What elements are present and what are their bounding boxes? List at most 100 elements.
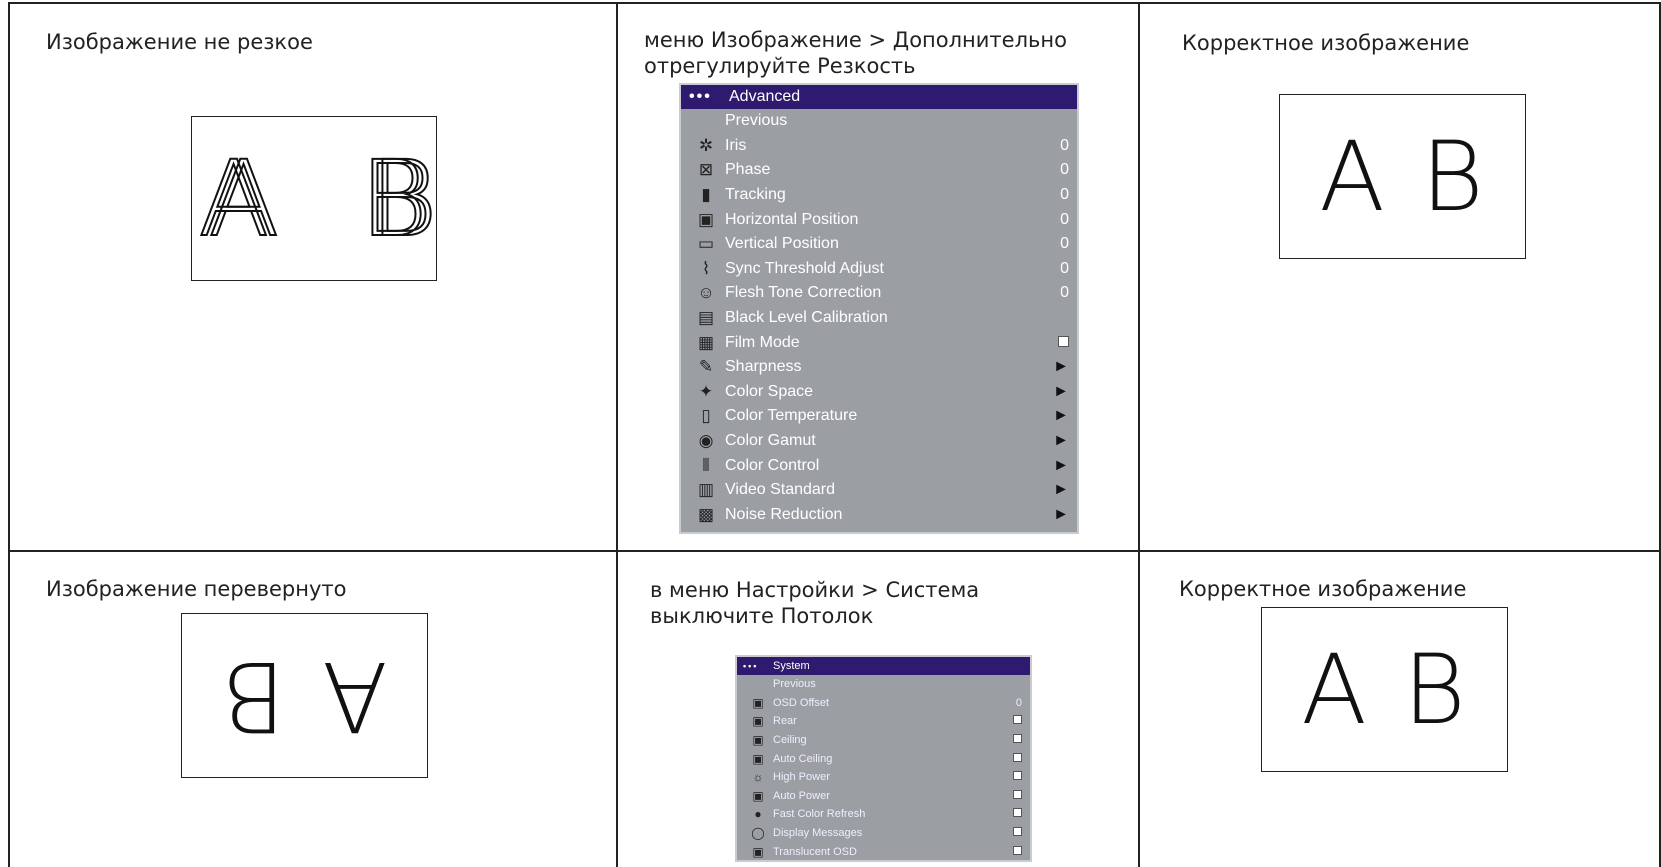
menu-item-fast-color-refresh[interactable]: ● Fast Color Refresh bbox=[737, 805, 1030, 824]
menu-item-label: Color Control bbox=[725, 456, 820, 474]
menu-item-value: 0 bbox=[1060, 161, 1069, 179]
video-standard-icon: ▥ bbox=[697, 480, 715, 500]
translucent-osd-icon: ▣ bbox=[752, 844, 764, 859]
menu-item-value: 0 bbox=[1060, 235, 1069, 253]
checkbox-wrapper bbox=[1002, 771, 1022, 783]
blurry-letter-a: AA bbox=[197, 137, 282, 260]
row2-problem-text: Изображение перевернуто bbox=[46, 577, 347, 601]
checkbox-wrapper bbox=[1002, 827, 1022, 839]
menu-item-auto-ceiling[interactable]: ▣ Auto Ceiling bbox=[737, 749, 1030, 768]
advanced-menu-title: Advanced bbox=[729, 88, 801, 105]
menu-item-phase[interactable]: ⊠ Phase 0 bbox=[681, 158, 1077, 183]
menu-item-horizontal-position[interactable]: ▣ Horizontal Position 0 bbox=[681, 207, 1077, 232]
menu-item-value: 0 bbox=[1060, 259, 1069, 277]
table-row-divider bbox=[8, 550, 1661, 552]
menu-item-color-temperature[interactable]: ▯ Color Temperature ► bbox=[681, 404, 1077, 429]
auto-power-icon: ▣ bbox=[752, 788, 764, 803]
menu-item-checkbox[interactable] bbox=[1013, 734, 1022, 744]
menu-item-checkbox[interactable] bbox=[1013, 771, 1022, 781]
menu-item-osd-offset[interactable]: ▣ OSD Offset 0 bbox=[737, 694, 1030, 713]
submenu-arrow-icon: ► bbox=[1053, 456, 1069, 474]
sync-threshold-icon: ⌇ bbox=[701, 258, 711, 278]
table-top-border bbox=[8, 2, 1661, 4]
menu-item-vertical-position[interactable]: ▭ Vertical Position 0 bbox=[681, 232, 1077, 257]
menu-item-label: Auto Ceiling bbox=[773, 752, 833, 765]
advanced-osd-menu: ••• Advanced Previous ✲ Iris 0 ⊠ Phase 0 ▮ Track… bbox=[679, 83, 1079, 534]
menu-item-tracking[interactable]: ▮ Tracking 0 bbox=[681, 183, 1077, 208]
menu-item-translucent-osd[interactable]: ▣ Translucent OSD bbox=[737, 842, 1030, 861]
menu-item-auto-power[interactable]: ▣ Auto Power bbox=[737, 787, 1030, 806]
table-column-divider bbox=[616, 2, 618, 867]
menu-item-black-level-calibration[interactable]: ▤ Black Level Calibration bbox=[681, 306, 1077, 331]
menu-item-label: Sync Threshold Adjust bbox=[725, 259, 884, 277]
menu-item-label: Horizontal Position bbox=[725, 210, 859, 228]
menu-item-checkbox[interactable] bbox=[1013, 789, 1022, 799]
checkbox-wrapper bbox=[1002, 808, 1022, 820]
menu-item-checkbox[interactable] bbox=[1013, 752, 1022, 762]
menu-item-label: Previous bbox=[773, 678, 816, 691]
menu-item-checkbox[interactable] bbox=[1013, 715, 1022, 725]
menu-item-film-mode[interactable]: ▦ Film Mode bbox=[681, 330, 1077, 355]
menu-item-high-power[interactable]: ☼ High Power bbox=[737, 768, 1030, 787]
menu-item-video-standard[interactable]: ▥ Video Standard ► bbox=[681, 478, 1077, 503]
row1-solution-text: меню Изображение > Дополнительно отрегул… bbox=[644, 28, 1067, 78]
menu-item-label: Color Space bbox=[725, 382, 814, 400]
menu-item-label: Display Messages bbox=[773, 827, 863, 840]
row1-result-text: Корректное изображение bbox=[1182, 31, 1470, 55]
checkbox-wrapper bbox=[1002, 752, 1022, 765]
menu-item-label: Flesh Tone Correction bbox=[725, 284, 882, 302]
menu-item-color-control[interactable]: ⦀ Color Control ► bbox=[681, 453, 1077, 478]
system-osd-menu: ••• System Previous ▣ OSD Offset 0 ▣ Rear ▣ Cei… bbox=[735, 655, 1032, 862]
blurry-letter-b: BB bbox=[359, 137, 440, 260]
inverted-image-sample: AB bbox=[181, 613, 428, 778]
advanced-menu-title-bar: ••• Advanced bbox=[681, 85, 1077, 109]
blurry-image-sample: AA BB bbox=[191, 116, 440, 281]
fast-color-refresh-icon: ● bbox=[754, 807, 762, 822]
submenu-arrow-icon: ► bbox=[1053, 432, 1069, 450]
menu-item-display-messages[interactable]: ◯ Display Messages bbox=[737, 824, 1030, 843]
iris-icon: ✲ bbox=[698, 135, 714, 155]
table-column-divider bbox=[1138, 2, 1140, 867]
menu-item-color-gamut[interactable]: ◉ Color Gamut ► bbox=[681, 429, 1077, 454]
sharpness-icon: ✎ bbox=[698, 357, 714, 377]
menu-item-checkbox[interactable] bbox=[1013, 827, 1022, 837]
checkbox-wrapper bbox=[1002, 789, 1022, 802]
high-power-icon: ☼ bbox=[752, 770, 764, 785]
ceiling-icon: ▣ bbox=[752, 733, 764, 748]
menu-item-checkbox[interactable] bbox=[1013, 808, 1022, 818]
row2-result-text: Корректное изображение bbox=[1179, 577, 1467, 601]
menu-item-flesh-tone-correction[interactable]: ☺ Flesh Tone Correction 0 bbox=[681, 281, 1077, 306]
system-menu-title-bar: ••• System bbox=[737, 657, 1030, 675]
menu-item-checkbox[interactable] bbox=[1058, 335, 1069, 347]
letter-a: A bbox=[1319, 120, 1387, 233]
menu-item-label: Phase bbox=[725, 161, 771, 179]
menu-item-label: Ceiling bbox=[773, 734, 807, 747]
checkbox-wrapper bbox=[1002, 715, 1022, 727]
letter-b: B bbox=[1402, 633, 1468, 746]
inverted-letter-b: B bbox=[221, 639, 287, 752]
menu-item-previous[interactable]: Previous bbox=[681, 109, 1077, 134]
menu-item-iris[interactable]: ✲ Iris 0 bbox=[681, 134, 1077, 159]
film-mode-icon: ▦ bbox=[697, 332, 715, 352]
menu-item-label: Fast Color Refresh bbox=[773, 808, 866, 821]
menu-item-sync-threshold-adjust[interactable]: ⌇ Sync Threshold Adjust 0 bbox=[681, 257, 1077, 282]
submenu-arrow-icon: ► bbox=[1053, 505, 1069, 523]
menu-item-color-space[interactable]: ✦ Color Space ► bbox=[681, 380, 1077, 405]
submenu-arrow-icon: ► bbox=[1053, 481, 1069, 499]
correct-image-sample-1: AB bbox=[1279, 94, 1526, 259]
menu-item-checkbox[interactable] bbox=[1013, 845, 1022, 855]
menu-item-rear[interactable]: ▣ Rear bbox=[737, 712, 1030, 731]
menu-item-value: 0 bbox=[1060, 284, 1069, 302]
menu-item-previous[interactable]: Previous bbox=[737, 675, 1030, 694]
menu-item-label: OSD Offset bbox=[773, 696, 830, 709]
menu-item-label: High Power bbox=[773, 771, 830, 784]
checkbox-wrapper bbox=[1002, 734, 1022, 746]
menu-item-label: Sharpness bbox=[725, 358, 802, 376]
menu-item-noise-reduction[interactable]: ▩ Noise Reduction ► bbox=[681, 503, 1077, 528]
row2-solution-text: в меню Настройки > Система выключите Пот… bbox=[650, 578, 980, 628]
menu-item-value: 0 bbox=[1060, 210, 1069, 228]
menu-item-sharpness[interactable]: ✎ Sharpness ► bbox=[681, 355, 1077, 380]
menu-item-ceiling[interactable]: ▣ Ceiling bbox=[737, 731, 1030, 750]
menu-item-label: Vertical Position bbox=[725, 235, 839, 253]
submenu-arrow-icon: ► bbox=[1053, 358, 1069, 376]
